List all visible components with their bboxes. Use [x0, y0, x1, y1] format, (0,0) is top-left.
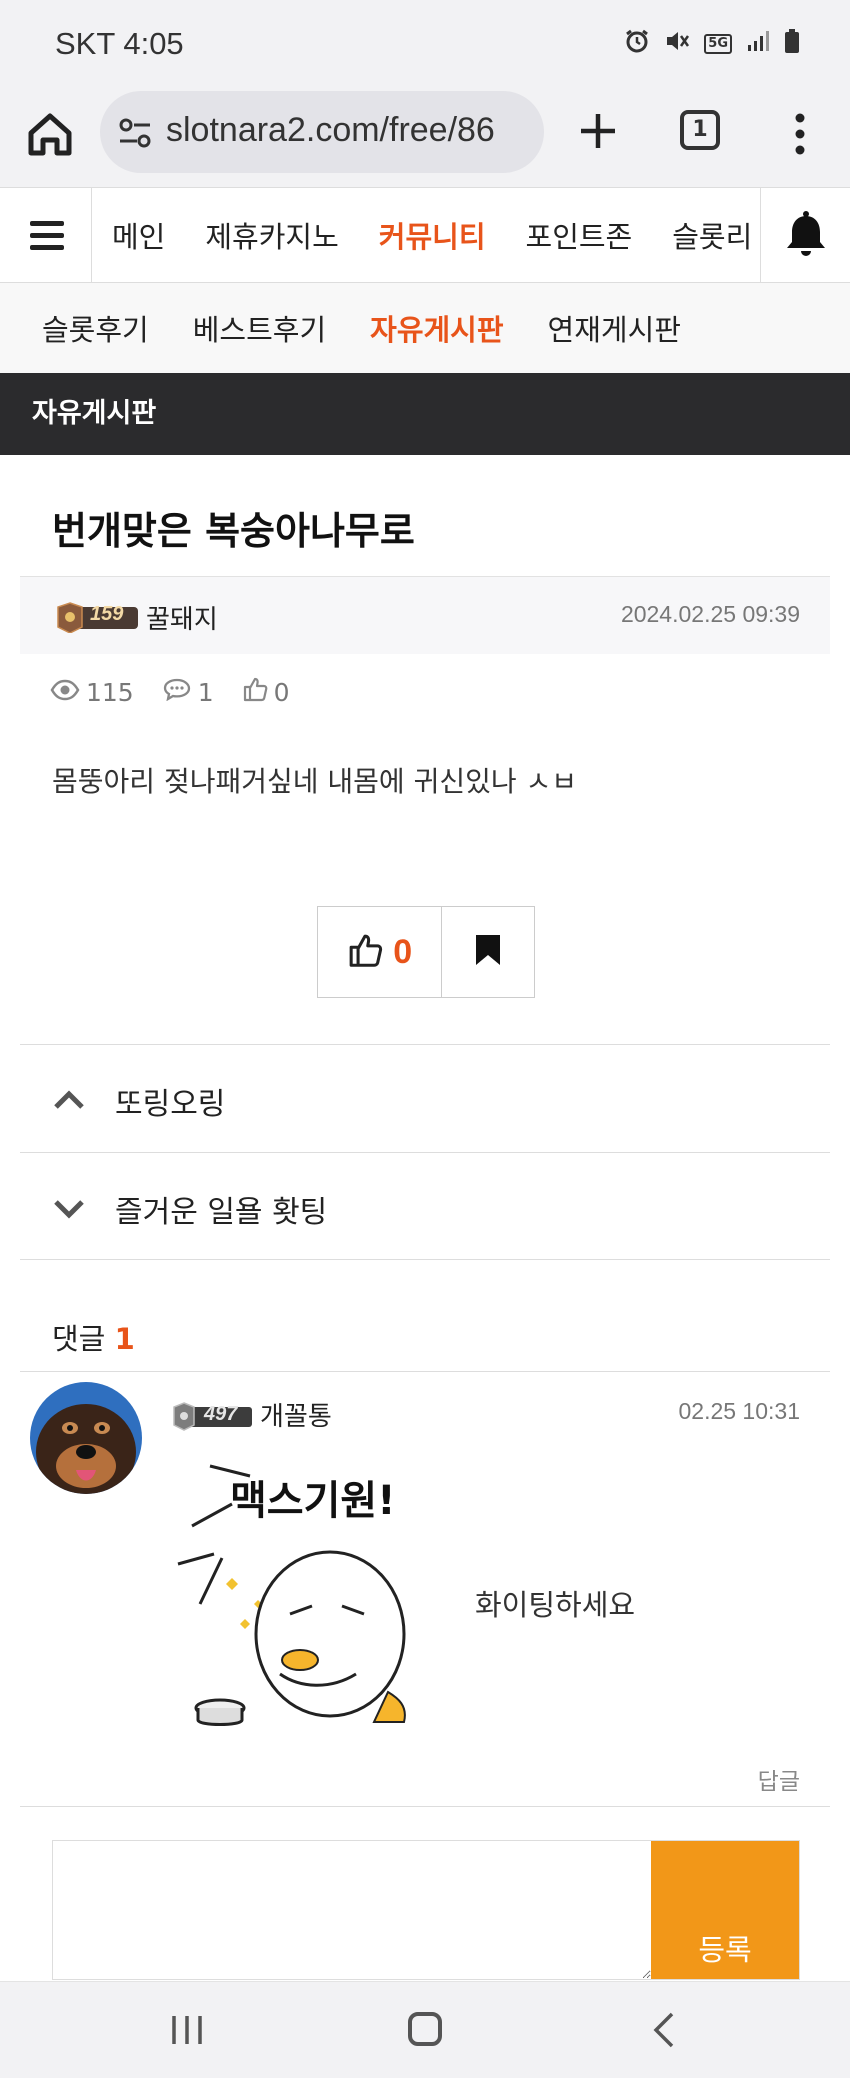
views-stat: 115 [50, 678, 134, 707]
reply-input[interactable] [53, 1841, 651, 1979]
sub-nav-free-board[interactable]: 자유게시판 [348, 307, 525, 349]
post-stats: 115 1 0 [50, 676, 290, 708]
post-actions: 0 [317, 906, 535, 998]
nav-item-point-zone[interactable]: 포인트존 [506, 214, 653, 256]
site-nav: 메인 제휴카지노 커뮤니티 포인트존 슬롯리 [0, 188, 850, 283]
system-nav-bar [0, 1981, 850, 2078]
like-button[interactable]: 0 [318, 907, 443, 997]
comment-text: 화이팅하세요 [475, 1588, 636, 1622]
sub-nav-series-board[interactable]: 연재게시판 [526, 307, 703, 349]
status-icons: 5G [624, 28, 800, 60]
hamburger-menu-icon[interactable] [0, 188, 92, 282]
views-count: 115 [86, 677, 134, 707]
site-settings-icon[interactable] [118, 116, 152, 150]
reply-link[interactable]: 답글 [758, 1762, 800, 1796]
comment-date: 02.25 10:31 [678, 1398, 800, 1424]
comments-header: 댓글 1 [52, 1316, 135, 1358]
likes-count: 0 [273, 677, 290, 707]
battery-icon [784, 28, 800, 60]
reply-form: 등록 [52, 1840, 800, 1980]
next-post-title[interactable]: 즐거운 일욜 홧팅 [115, 1187, 327, 1231]
board-title: 자유게시판 [0, 373, 850, 455]
more-options-icon[interactable] [790, 106, 810, 162]
post-title: 번개맞은 복숭아나무로 [52, 509, 415, 553]
chevron-down-icon [52, 1191, 86, 1225]
post-date: 2024.02.25 09:39 [620, 601, 800, 627]
address-bar[interactable]: slotnara2.com/free/86 [100, 91, 544, 173]
new-tab-icon[interactable] [576, 106, 620, 156]
prev-post-link[interactable]: 또링오링 [20, 1044, 830, 1152]
comment-level-badge: 497 [170, 1400, 254, 1432]
sub-nav: 슬롯후기 베스트후기 자유게시판 연재게시판 [0, 283, 850, 373]
browser-toolbar: slotnara2.com/free/86 1 [0, 88, 850, 188]
comment-author[interactable]: 개꼴통 [260, 1396, 332, 1433]
nav-item-main[interactable]: 메인 [92, 214, 185, 256]
likes-stat: 0 [242, 676, 290, 708]
nav-item-slot[interactable]: 슬롯리 [652, 214, 772, 256]
sub-nav-slot-review[interactable]: 슬롯후기 [20, 307, 171, 349]
prev-post-title[interactable]: 또링오링 [115, 1079, 225, 1123]
comment-item: 497 개꼴통 02.25 10:31 맥스기원! 화이팅하세요 답글 [20, 1372, 830, 1807]
comments-count-highlight: 1 [114, 1322, 135, 1356]
back-icon[interactable] [650, 2012, 676, 2048]
nav-item-community[interactable]: 커뮤니티 [359, 214, 506, 256]
thumbs-up-icon [242, 676, 268, 708]
signal-icon [746, 29, 770, 59]
post-author[interactable]: 꿀돼지 [146, 599, 218, 636]
url-text[interactable]: slotnara2.com/free/86 [166, 111, 536, 150]
submit-button[interactable]: 등록 [651, 1841, 799, 1979]
comment-bubble-icon [162, 677, 192, 707]
status-bar: SKT 4:05 5G [0, 0, 850, 88]
eye-icon [50, 678, 80, 707]
comments-count: 1 [197, 677, 214, 707]
thumbs-up-icon [347, 932, 383, 972]
post-meta: 159 꿀돼지 2024.02.25 09:39 [20, 576, 830, 654]
mute-icon [664, 28, 690, 60]
recent-apps-icon[interactable] [170, 2014, 204, 2046]
home-icon[interactable] [22, 106, 78, 162]
level-badge: 159 [54, 601, 140, 634]
tab-switcher-button[interactable]: 1 [680, 110, 720, 150]
5g-icon: 5G [704, 34, 732, 54]
like-button-count: 0 [393, 932, 413, 971]
sticker-text: 맥스기원! [230, 1478, 396, 1524]
chevron-up-icon [52, 1083, 86, 1117]
site-nav-items: 메인 제휴카지노 커뮤니티 포인트존 슬롯리 [92, 188, 760, 282]
system-home-icon[interactable] [408, 2012, 442, 2046]
alarm-icon [624, 28, 650, 60]
bell-icon[interactable] [760, 188, 850, 282]
comment-level: 497 [204, 1403, 238, 1425]
status-time: SKT 4:05 [55, 26, 184, 61]
sub-nav-best-review[interactable]: 베스트후기 [171, 307, 348, 349]
author-level: 159 [90, 603, 124, 625]
duck-sticker-image: 맥스기원! [170, 1464, 450, 1734]
comments-label: 댓글 [52, 1322, 106, 1356]
avatar[interactable] [30, 1382, 142, 1494]
post-body: 몸뚱아리 젖나패거싶네 내몸에 귀신있나 ㅅㅂ [52, 765, 578, 798]
comments-stat: 1 [162, 677, 214, 707]
nav-item-partner-casino[interactable]: 제휴카지노 [185, 214, 358, 256]
bookmark-icon [473, 933, 503, 971]
bookmark-button[interactable] [442, 907, 534, 997]
next-post-link[interactable]: 즐거운 일욜 홧팅 [20, 1152, 830, 1260]
